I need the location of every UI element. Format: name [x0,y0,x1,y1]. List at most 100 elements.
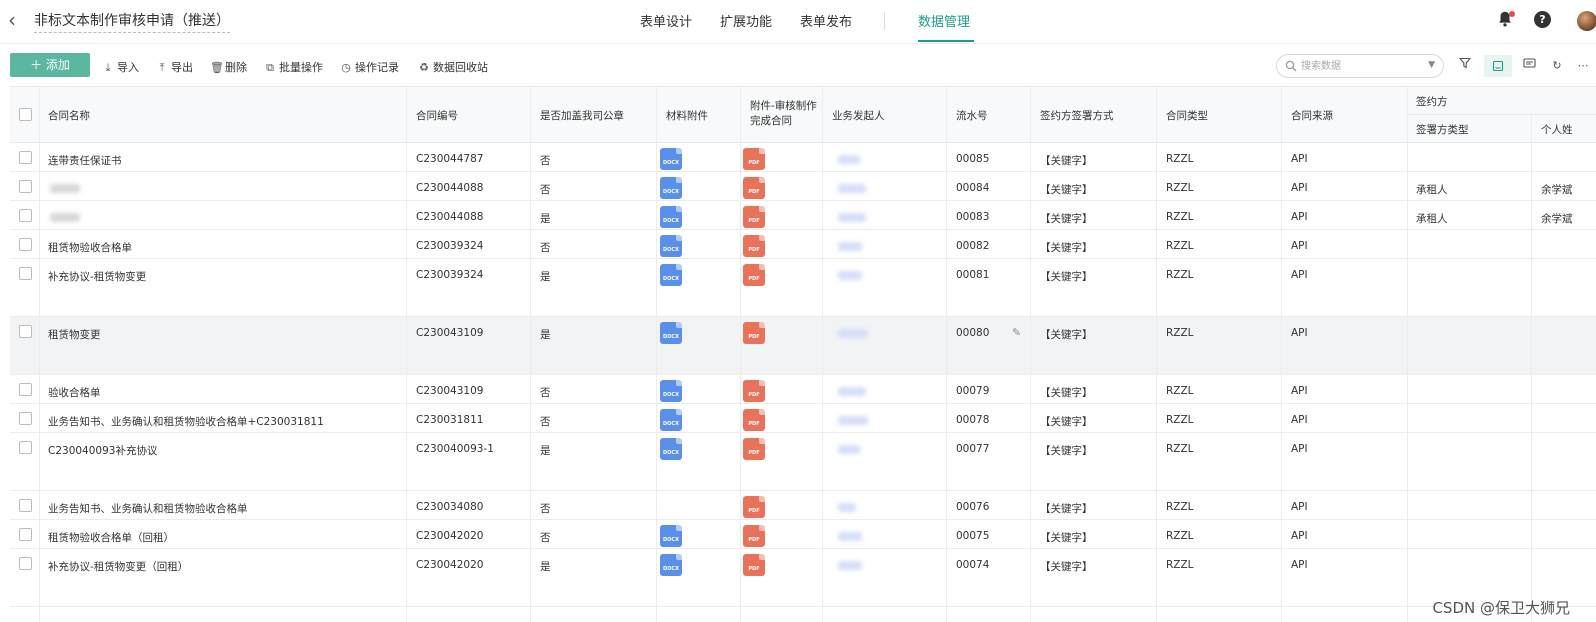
search-box[interactable]: ▼ [1276,54,1444,78]
docx-file-icon[interactable]: DOCX [660,380,682,402]
table-row[interactable]: 补充协议-租赁物变更 C230039324 是 DOCX PDF 00081 【关键字】 RZ… [10,259,1596,317]
col-person-name[interactable]: 个人姓 [1541,122,1573,137]
pdf-file-icon[interactable]: PDF [743,148,765,170]
pdf-file-icon[interactable]: PDF [743,438,765,460]
col-initiator[interactable]: 业务发起人 [832,108,885,123]
docx-file-icon[interactable]: DOCX [660,148,682,170]
docx-file-icon[interactable]: DOCX [660,206,682,228]
docx-file-icon[interactable]: DOCX [660,409,682,431]
table-row[interactable]: 补充协议-租赁物变更（回租） C230042020 是 DOCX PDF 00074 【关键… [10,549,1596,607]
row-checkbox[interactable] [19,151,32,164]
sign-method-cell: 【关键字】 [1040,213,1093,225]
export-button[interactable]: ⤒ 导出 [156,59,193,75]
history-icon: ◷ [341,61,351,74]
col-sign-method[interactable]: 签约方签署方式 [1040,108,1114,123]
add-button[interactable]: ＋ 添加 [10,53,90,77]
redacted-initiator [838,445,860,454]
sign-method-cell: 【关键字】 [1040,561,1093,573]
row-checkbox[interactable] [19,499,32,512]
avatar[interactable] [1577,11,1596,31]
pdf-file-icon[interactable]: PDF [743,264,765,286]
pdf-file-icon[interactable]: PDF [743,206,765,228]
import-button[interactable]: ⤓ 导入 [102,59,139,75]
pdf-file-icon[interactable]: PDF [743,409,765,431]
edit-icon[interactable]: ✎ [1012,326,1021,339]
tab-form-design[interactable]: 表单设计 [640,11,692,30]
table-row[interactable]: C230040093补充协议 C230040093-1 是 DOCX PDF 00077 【… [10,433,1596,491]
docx-file-icon[interactable]: DOCX [660,438,682,460]
col-signer-type[interactable]: 签署方类型 [1416,122,1469,137]
tab-data-management[interactable]: 数据管理 [918,11,970,30]
pdf-file-icon[interactable]: PDF [743,525,765,547]
serial-cell: 00083 [956,211,990,223]
tab-form-publish[interactable]: 表单发布 [800,11,852,30]
table-row[interactable]: 租赁物验收合格单（回租） C230042020 否 DOCX PDF 00075 【关键字】… [10,520,1596,549]
pdf-file-icon[interactable]: PDF [743,322,765,344]
docx-file-icon[interactable]: DOCX [660,525,682,547]
col-group-signatory[interactable]: 签约方 [1416,94,1448,109]
row-checkbox[interactable] [19,412,32,425]
col-approved-attachment[interactable]: 附件-审核制作完成合同 [750,99,820,129]
table-row[interactable]: 租赁物验收合格单 C230039324 否 DOCX PDF 00082 【关键字】 RZZL… [10,230,1596,259]
sign-method-cell: 【关键字】 [1040,184,1093,196]
operation-log-button[interactable]: ◷ 操作记录 [340,59,399,75]
col-materials[interactable]: 材料附件 [666,108,708,123]
contract-type-cell: RZZL [1166,182,1194,194]
pdf-file-icon[interactable]: PDF [743,235,765,257]
pdf-file-icon[interactable]: PDF [743,177,765,199]
row-checkbox[interactable] [19,238,32,251]
docx-file-icon[interactable]: DOCX [660,554,682,576]
more-icon[interactable]: ⋯ [1574,57,1592,75]
contract-name-cell: 连带责任保证书 [48,155,122,167]
row-checkbox[interactable] [19,528,32,541]
row-checkbox[interactable] [19,557,32,570]
search-input[interactable] [1301,58,1419,75]
col-contract-type[interactable]: 合同类型 [1166,108,1208,123]
bell-icon[interactable] [1496,10,1516,30]
contract-name-cell: 租赁物验收合格单 [48,242,132,254]
pdf-file-icon[interactable]: PDF [743,554,765,576]
docx-file-icon[interactable]: DOCX [660,177,682,199]
table-row[interactable]: 业务告知书、业务确认和租赁物验收合格单 C230034080 否 PDF 00076 【关… [10,491,1596,520]
col-serial[interactable]: 流水号 [956,108,988,123]
chevron-down-icon[interactable]: ▼ [1428,60,1435,70]
batch-operation-button[interactable]: ⧉ 批量操作 [264,59,323,75]
row-checkbox[interactable] [19,441,32,454]
redacted-contract-name [50,213,80,222]
col-contract-source[interactable]: 合同来源 [1291,108,1333,123]
row-checkbox[interactable] [19,209,32,222]
row-checkbox[interactable] [19,267,32,280]
table-row[interactable]: 验收合格单 C230043109 否 DOCX PDF 00079 【关键字】 RZZL API [10,375,1596,404]
app-title[interactable]: 非标文本制作审核申请（推送） [34,10,230,33]
col-seal[interactable]: 是否加盖我司公章 [540,108,624,123]
tab-extensions[interactable]: 扩展功能 [720,11,772,30]
table-row[interactable]: C230044088 是 DOCX PDF 00083 【关键字】 RZZL API 承租人 余学… [10,201,1596,230]
docx-file-icon[interactable]: DOCX [660,322,682,344]
delete-button[interactable]: 🗑删除 [210,59,247,75]
chevron-left-icon[interactable]: ‹ [8,10,24,32]
table-row[interactable]: C230044088 否 DOCX PDF 00084 【关键字】 RZZL API 承租人 余学… [10,172,1596,201]
pdf-file-icon[interactable]: PDF [743,496,765,518]
docx-file-icon[interactable]: DOCX [660,264,682,286]
print-icon[interactable] [1520,57,1538,75]
col-contract-name[interactable]: 合同名称 [48,108,90,123]
export-icon: ⤒ [159,61,165,74]
contract-source-cell: API [1291,385,1308,397]
table-row[interactable]: 连带责任保证书 C230044787 否 DOCX PDF 00085 【关键字】 RZZL A… [10,143,1596,172]
row-checkbox[interactable] [19,180,32,193]
col-contract-code[interactable]: 合同编号 [416,108,458,123]
pdf-file-icon[interactable]: PDF [743,380,765,402]
table-header: 合同名称 合同编号 是否加盖我司公章 材料附件 附件-审核制作完成合同 业务发起… [10,87,1596,143]
table-row[interactable]: 租赁物变更 C230043109 是 DOCX PDF 00080 ✎ 【关键字】 RZZL AP… [10,317,1596,375]
filter-icon[interactable] [1456,57,1474,75]
refresh-icon[interactable]: ↻ [1548,57,1566,75]
help-icon[interactable]: ? [1534,11,1551,28]
view-toggle-icon[interactable] [1484,55,1512,77]
row-checkbox[interactable] [19,325,32,338]
select-all-checkbox[interactable] [19,108,32,121]
row-checkbox[interactable] [19,383,32,396]
seal-cell: 否 [540,184,551,196]
docx-file-icon[interactable]: DOCX [660,235,682,257]
recycle-bin-button[interactable]: ♻ 数据回收站 [418,59,488,75]
table-row[interactable]: 业务告知书、业务确认和租赁物验收合格单+C230031811 C230031811… [10,404,1596,433]
